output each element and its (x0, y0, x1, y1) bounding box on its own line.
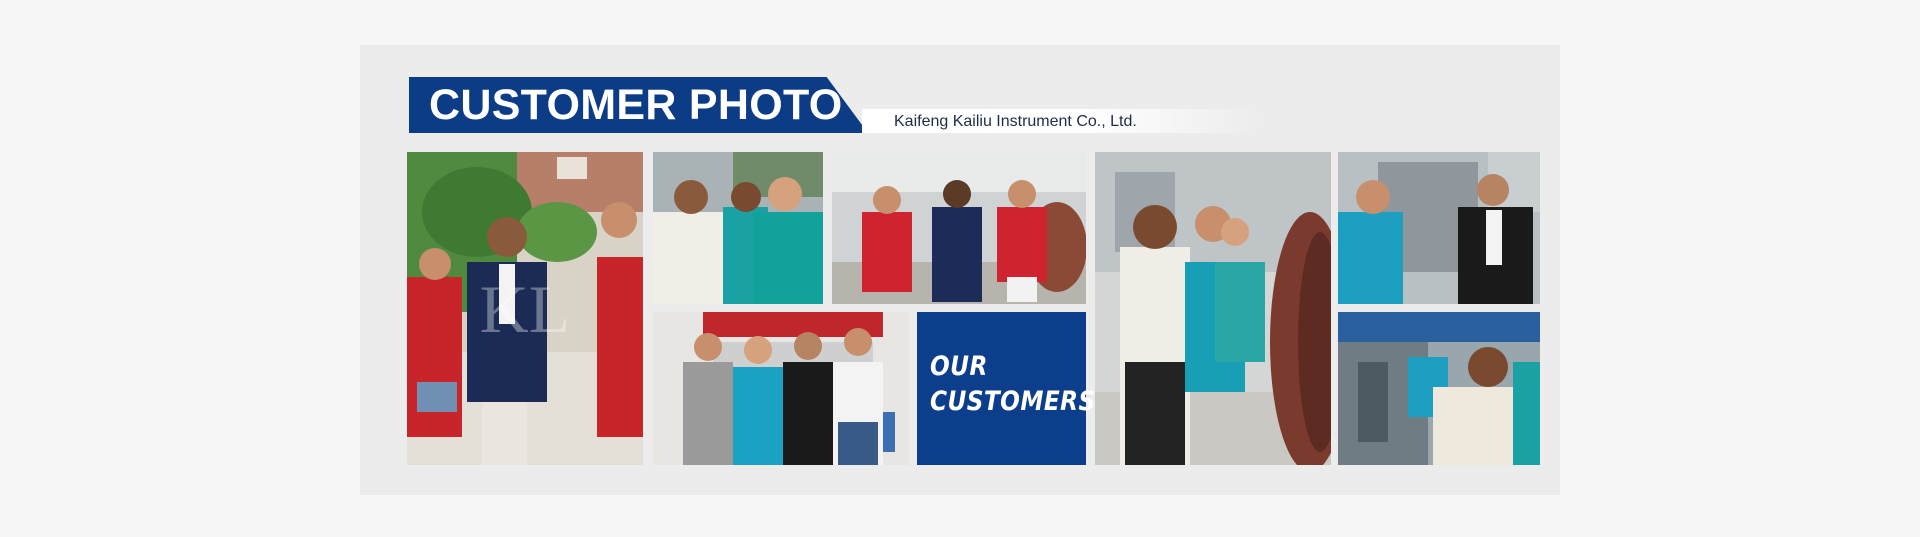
customer-photo-panel: CUSTOMER PHOTO Kaifeng Kailiu Instrument… (360, 45, 1560, 495)
company-name: Kaifeng Kailiu Instrument Co., Ltd. (894, 113, 1137, 130)
banner-line-1: OUR (930, 351, 988, 382)
customer-photo-equipment-work (1338, 312, 1540, 465)
subtitle-strip: Kaifeng Kailiu Instrument Co., Ltd. (862, 109, 1262, 133)
customer-photo-instrument-room (1338, 152, 1540, 304)
customer-photo-factory-walk (832, 152, 1086, 304)
customer-photo-group-four (653, 312, 909, 465)
banner-line-2: CUSTOMERS (930, 386, 1096, 417)
customer-photo-group-teal (653, 152, 823, 304)
customer-photo-flange-inspection (1095, 152, 1331, 465)
customer-photo-outdoor-walk: KL (407, 152, 643, 465)
our-customers-banner: OUR CUSTOMERS (917, 312, 1095, 465)
page-title: CUSTOMER PHOTO (429, 81, 843, 129)
svg-text:KL: KL (480, 271, 571, 347)
title-banner: CUSTOMER PHOTO (409, 77, 868, 133)
